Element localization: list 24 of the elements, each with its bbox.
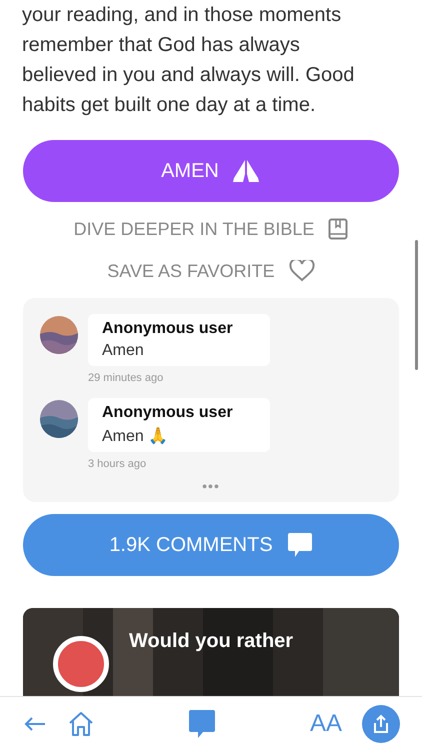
comment-text: Amen 🙏 [102,426,170,446]
devotional-text: your reading, and in those moments remember that God has always believed in you and always will. Good habits get built one day at a time. [21,3,356,118]
bible-link[interactable]: DIVE DEEPER IN THE BIBLE [74,214,348,244]
book-icon [328,218,348,240]
avatar [40,316,78,354]
card-title: Would you rather [129,630,294,653]
speech-bubble-icon [286,532,313,558]
heart-icon [288,260,315,282]
comments-button[interactable]: 1.9K COMMENTS [23,514,399,576]
speech-bubble-icon [188,708,216,738]
avatar [40,400,78,438]
font-size-button[interactable]: AA [308,708,344,740]
amen-button[interactable]: AMEN [23,140,399,202]
more-button[interactable]: ••• [196,476,226,496]
share-icon [372,714,390,734]
comment-time: 29 minutes ago [88,372,164,384]
back-arrow-icon [24,716,46,732]
comment-author: Anonymous user [102,320,234,338]
share-button[interactable] [362,704,400,742]
comment-text: Amen [102,342,145,360]
comment-author: Anonymous user [102,404,234,422]
home-icon [68,710,94,736]
comment-time: 3 hours ago [88,458,148,470]
favorite-link[interactable]: SAVE AS FAVORITE [107,256,315,286]
